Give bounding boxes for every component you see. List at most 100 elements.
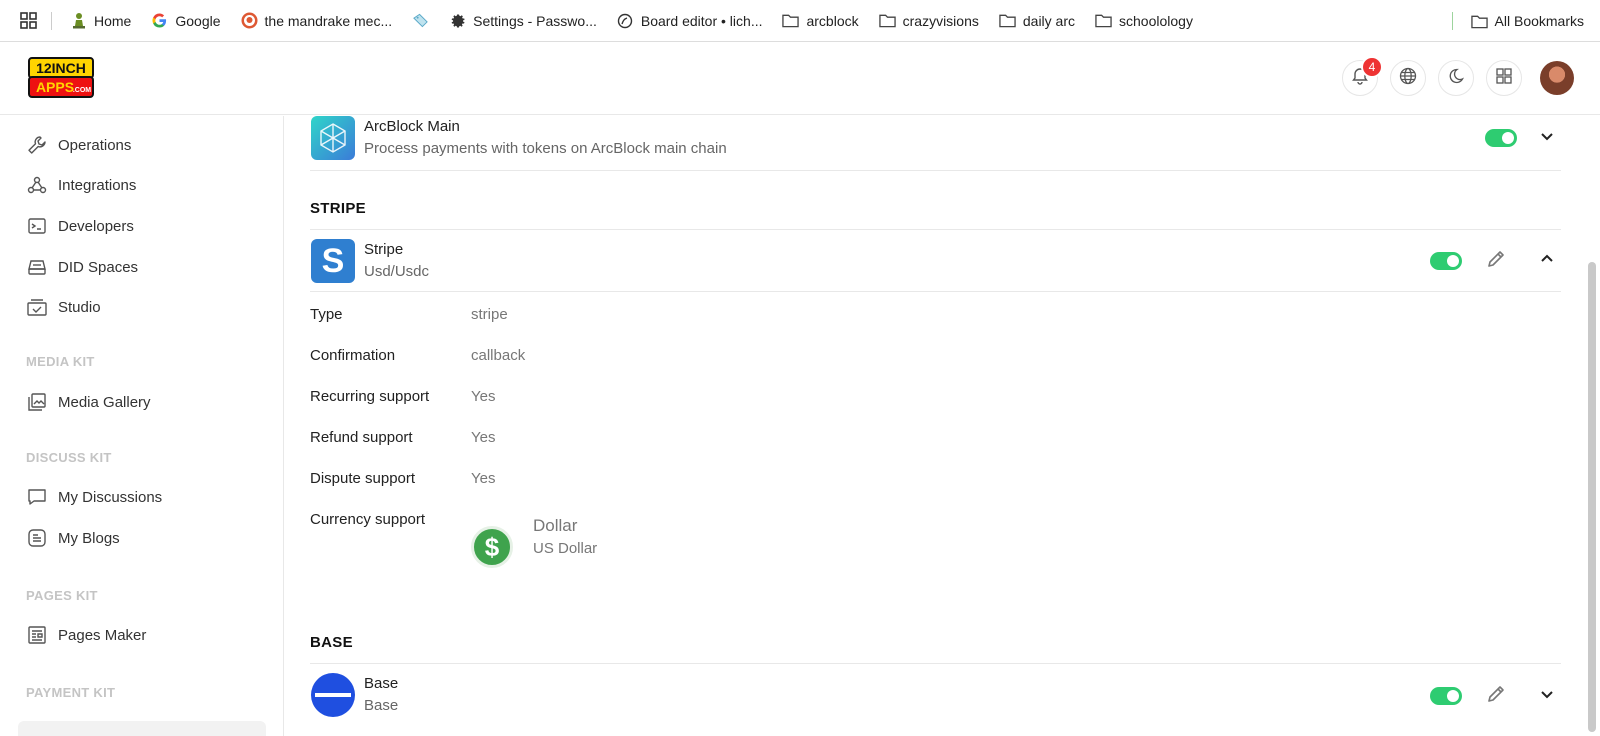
bookmark-label: Google — [175, 12, 221, 29]
webhook-icon — [26, 174, 48, 196]
bookmark-mandrake[interactable]: the mandrake mec... — [241, 12, 392, 29]
method-title: Stripe — [364, 241, 404, 258]
theme-toggle-button[interactable] — [1438, 60, 1474, 96]
arcblock-expand-button[interactable] — [1535, 126, 1559, 150]
sidebar-item-label: DID Spaces — [58, 258, 139, 276]
folder-icon — [878, 12, 896, 29]
gear-icon — [449, 12, 466, 29]
sidebar-item-my-discussions[interactable]: My Discussions — [26, 486, 162, 508]
currency-subtitle: US Dollar — [533, 540, 598, 557]
logo[interactable]: 12INCH APPS .COM — [27, 56, 95, 100]
pages-icon — [26, 624, 48, 646]
sidebar-item-label: Developers — [58, 217, 134, 235]
chat-icon — [26, 486, 48, 508]
sidebar-item-developers[interactable]: Developers — [26, 215, 134, 237]
divider — [310, 291, 1561, 292]
bookmark-label: Home — [94, 12, 132, 29]
divider — [310, 170, 1561, 171]
base-expand-button[interactable] — [1535, 684, 1559, 708]
apps-grid-icon[interactable] — [20, 12, 37, 29]
bookmark-folder-daily-arc[interactable]: daily arc — [999, 12, 1075, 29]
arcblock-enabled-toggle[interactable] — [1485, 129, 1517, 147]
logo-text-top: 12INCH — [36, 60, 86, 76]
bookmark-tag[interactable] — [412, 12, 429, 29]
all-bookmarks-label: All Bookmarks — [1494, 13, 1584, 29]
bookmarks-separator — [1451, 12, 1453, 30]
sidebar-item-label: Pages Maker — [58, 626, 147, 644]
sidebar-item-studio[interactable]: Studio — [26, 296, 101, 318]
folder-icon — [1095, 12, 1112, 29]
detail-label: Confirmation — [310, 347, 396, 364]
sidebar-item-operations[interactable]: Operations — [26, 134, 131, 156]
base-logo-icon — [311, 673, 355, 717]
gallery-icon — [26, 391, 48, 413]
sidebar-item-did-spaces[interactable]: DID Spaces — [26, 256, 138, 278]
blog-icon — [26, 527, 48, 549]
folder-icon — [1470, 13, 1488, 30]
dashboard-button[interactable] — [1486, 60, 1522, 96]
stripe-edit-button[interactable] — [1484, 249, 1508, 273]
sidebar-item-my-blogs[interactable]: My Blogs — [26, 527, 120, 549]
bookmark-folder-schoolology[interactable]: schoolology — [1095, 12, 1193, 29]
bookmarks-bar: Home Google the mandrake mec... Settings… — [0, 0, 1600, 42]
detail-value: Yes — [471, 470, 496, 487]
divider — [310, 663, 1561, 664]
chevron-down-icon — [1539, 686, 1555, 707]
sidebar-item-active[interactable] — [18, 721, 266, 736]
detail-value: Yes — [471, 388, 496, 405]
sidebar-item-pages-maker[interactable]: Pages Maker — [26, 624, 146, 646]
section-label-media-kit: MEDIA KIT — [26, 354, 95, 369]
scrollbar[interactable] — [1588, 262, 1596, 732]
sidebar-item-label: My Discussions — [58, 488, 163, 506]
notifications-button[interactable]: 4 — [1342, 56, 1383, 96]
bookmark-label: Board editor • lich... — [640, 12, 763, 29]
base-edit-button[interactable] — [1484, 684, 1508, 708]
bookmark-board-editor[interactable]: Board editor • lich... — [617, 12, 763, 29]
sidebar-item-label: Operations — [58, 136, 132, 154]
moon-icon — [1448, 68, 1465, 89]
section-header-stripe: STRIPE — [310, 200, 366, 217]
duckduckgo-icon — [241, 12, 258, 29]
sidebar-item-integrations[interactable]: Integrations — [26, 174, 136, 196]
stripe-logo-icon: S — [311, 239, 355, 283]
folder-icon — [782, 12, 800, 29]
wrench-icon — [26, 134, 48, 156]
all-bookmarks-button[interactable]: All Bookmarks — [1470, 13, 1584, 30]
method-subtitle: Usd/Usdc — [364, 263, 430, 280]
globe-icon — [1399, 67, 1417, 90]
stripe-enabled-toggle[interactable] — [1430, 252, 1462, 270]
google-icon — [151, 12, 168, 29]
base-enabled-toggle[interactable] — [1430, 687, 1462, 705]
main-content: ArcBlock Main Process payments with toke… — [285, 116, 1585, 736]
chevron-up-icon — [1539, 251, 1555, 272]
sidebar-item-label: Integrations — [58, 176, 137, 194]
avatar[interactable] — [1540, 61, 1574, 95]
bookmark-settings[interactable]: Settings - Passwo... — [449, 12, 597, 29]
bookmark-label: arcblock — [806, 12, 859, 29]
dashboard-grid-icon — [1495, 67, 1513, 90]
bookmark-google[interactable]: Google — [151, 12, 221, 29]
sidebar: Operations Integrations Developers DID S… — [0, 116, 284, 736]
dollar-icon: $ — [471, 526, 513, 568]
bookmark-folder-crazyvisions[interactable]: crazyvisions — [878, 12, 979, 29]
bookmark-home[interactable]: Home — [70, 12, 131, 29]
method-title: Base — [364, 675, 399, 692]
sidebar-item-media-gallery[interactable]: Media Gallery — [26, 391, 151, 413]
lichess-icon — [617, 12, 634, 29]
pencil-icon — [1486, 684, 1506, 709]
detail-label: Type — [310, 306, 343, 323]
logo-text-bottom: APPS — [36, 79, 74, 95]
currency-name: Dollar — [533, 516, 578, 535]
arcblock-logo-icon — [311, 116, 355, 160]
bookmark-label: schoolology — [1119, 12, 1193, 29]
bookmark-folder-arcblock[interactable]: arcblock — [782, 12, 859, 29]
detail-value: callback — [471, 347, 526, 364]
sidebar-item-label: My Blogs — [58, 529, 120, 547]
pencil-icon — [1486, 249, 1506, 274]
stripe-collapse-button[interactable] — [1535, 249, 1559, 273]
section-label-pages-kit: PAGES KIT — [26, 588, 98, 603]
chevron-down-icon — [1539, 128, 1555, 149]
folder-icon — [999, 12, 1016, 29]
tag-icon — [412, 12, 429, 29]
language-button[interactable] — [1390, 60, 1426, 96]
